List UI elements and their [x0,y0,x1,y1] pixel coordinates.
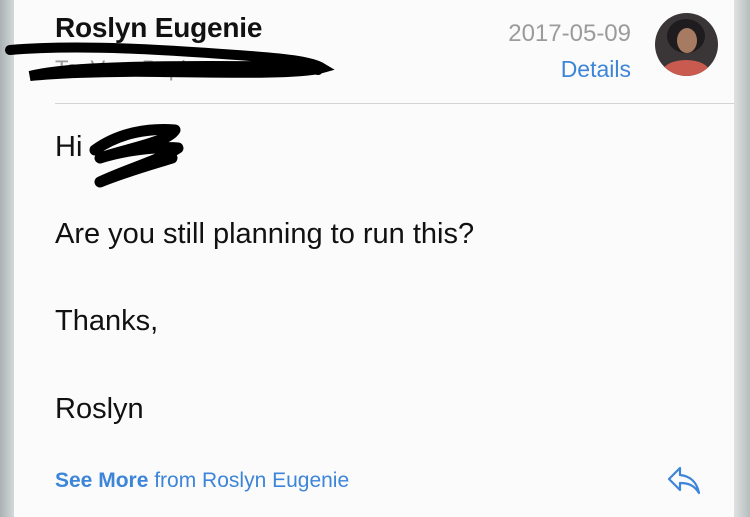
avatar-face [677,28,697,53]
avatar[interactable] [655,13,718,76]
details-link[interactable]: Details [561,56,631,83]
sender-name: Roslyn Eugenie [55,12,263,43]
signature: Roslyn [55,393,144,425]
email-date: 2017-05-09 [508,20,631,47]
greeting: Hi [55,131,82,164]
see-more-from: from Roslyn Eugenie [154,469,350,492]
greeting-word: Hi [55,131,83,163]
see-more-row[interactable]: See More from Roslyn Eugenie [55,469,349,493]
avatar-shirt [663,60,709,76]
recipient-line: To: Vera Papisova [55,56,232,82]
photo-edge-right [732,0,750,517]
reply-icon[interactable] [666,465,702,497]
recipient-name: Vera Papisova [90,56,233,81]
message-line-2: Thanks, [55,305,159,337]
email-view: Roslyn Eugenie To: Vera Papisova 2017-05… [14,0,734,517]
header-divider [55,103,734,104]
to-label: To: [55,56,85,81]
see-more-link[interactable]: See More [55,469,148,492]
message-line-1: Are you still planning to run this? [55,218,475,250]
